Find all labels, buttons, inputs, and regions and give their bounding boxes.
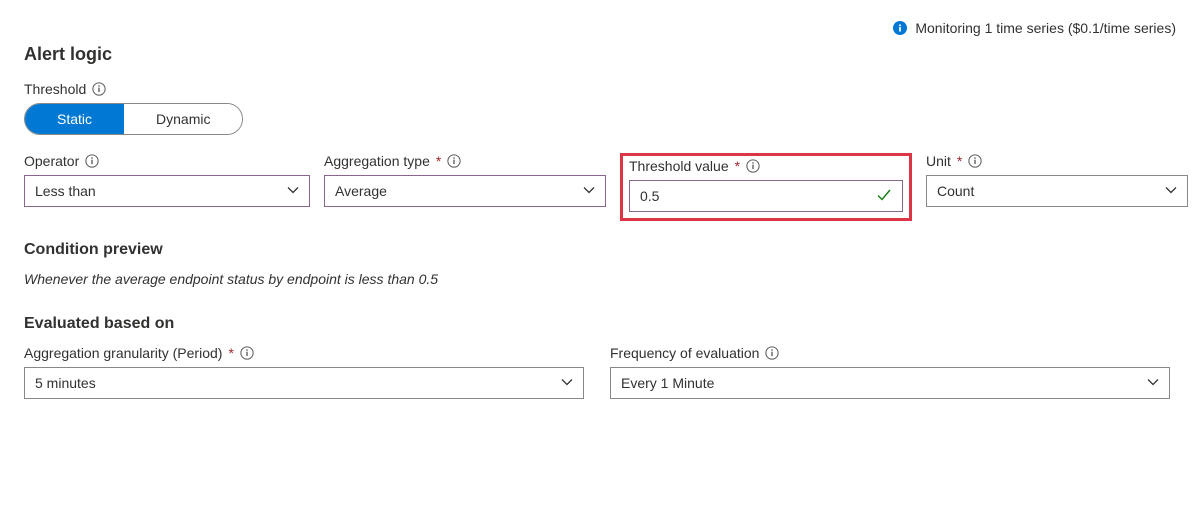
frequency-dropdown[interactable]: Every 1 Minute [610, 367, 1170, 399]
info-icon[interactable] [85, 154, 99, 168]
evaluated-heading: Evaluated based on [24, 315, 1176, 333]
info-icon[interactable] [765, 346, 779, 360]
aggregation-type-value: Average [335, 183, 575, 199]
condition-preview-heading: Condition preview [24, 241, 1176, 259]
threshold-dynamic-button[interactable]: Dynamic [124, 104, 242, 134]
alert-logic-heading: Alert logic [24, 44, 1176, 65]
info-icon[interactable] [240, 346, 254, 360]
unit-value: Count [937, 183, 1157, 199]
frequency-label: Frequency of evaluation [610, 345, 759, 361]
chevron-down-icon [561, 375, 573, 391]
threshold-value-highlight: Threshold value * [620, 153, 912, 221]
threshold-label-row: Threshold [24, 81, 1176, 97]
aggregation-type-label: Aggregation type [324, 153, 430, 169]
operator-value: Less than [35, 183, 279, 199]
operator-dropdown[interactable]: Less than [24, 175, 310, 207]
aggregation-granularity-label: Aggregation granularity (Period) [24, 345, 222, 361]
operator-field: Operator Less than [24, 153, 310, 221]
info-icon[interactable] [968, 154, 982, 168]
info-icon[interactable] [447, 154, 461, 168]
frequency-field: Frequency of evaluation Every 1 Minute [610, 345, 1170, 399]
threshold-value-field: Threshold value * [629, 160, 903, 212]
required-star: * [228, 345, 233, 361]
required-star: * [957, 153, 962, 169]
checkmark-icon [876, 187, 892, 206]
required-star: * [735, 158, 740, 174]
threshold-static-button[interactable]: Static [25, 104, 124, 134]
monitoring-info-bar: Monitoring 1 time series ($0.1/time seri… [24, 20, 1176, 36]
chevron-down-icon [583, 183, 595, 199]
monitoring-info-text: Monitoring 1 time series ($0.1/time seri… [915, 20, 1176, 36]
unit-field: Unit * Count [926, 153, 1188, 221]
aggregation-type-field: Aggregation type * Average [324, 153, 606, 221]
aggregation-granularity-value: 5 minutes [35, 375, 553, 391]
frequency-value: Every 1 Minute [621, 375, 1139, 391]
aggregation-type-dropdown[interactable]: Average [324, 175, 606, 207]
operator-label: Operator [24, 153, 79, 169]
chevron-down-icon [287, 183, 299, 199]
unit-dropdown[interactable]: Count [926, 175, 1188, 207]
info-icon[interactable] [92, 82, 106, 96]
required-star: * [436, 153, 441, 169]
aggregation-granularity-field: Aggregation granularity (Period) * 5 min… [24, 345, 584, 399]
aggregation-granularity-dropdown[interactable]: 5 minutes [24, 367, 584, 399]
unit-label: Unit [926, 153, 951, 169]
chevron-down-icon [1147, 375, 1159, 391]
info-icon [893, 21, 907, 35]
threshold-value-input[interactable] [640, 188, 876, 204]
threshold-value-input-wrapper [629, 180, 903, 212]
threshold-segmented: Static Dynamic [24, 103, 243, 135]
chevron-down-icon [1165, 183, 1177, 199]
condition-preview-text: Whenever the average endpoint status by … [24, 271, 1176, 287]
threshold-value-label: Threshold value [629, 158, 729, 174]
info-icon[interactable] [746, 159, 760, 173]
threshold-label: Threshold [24, 81, 86, 97]
